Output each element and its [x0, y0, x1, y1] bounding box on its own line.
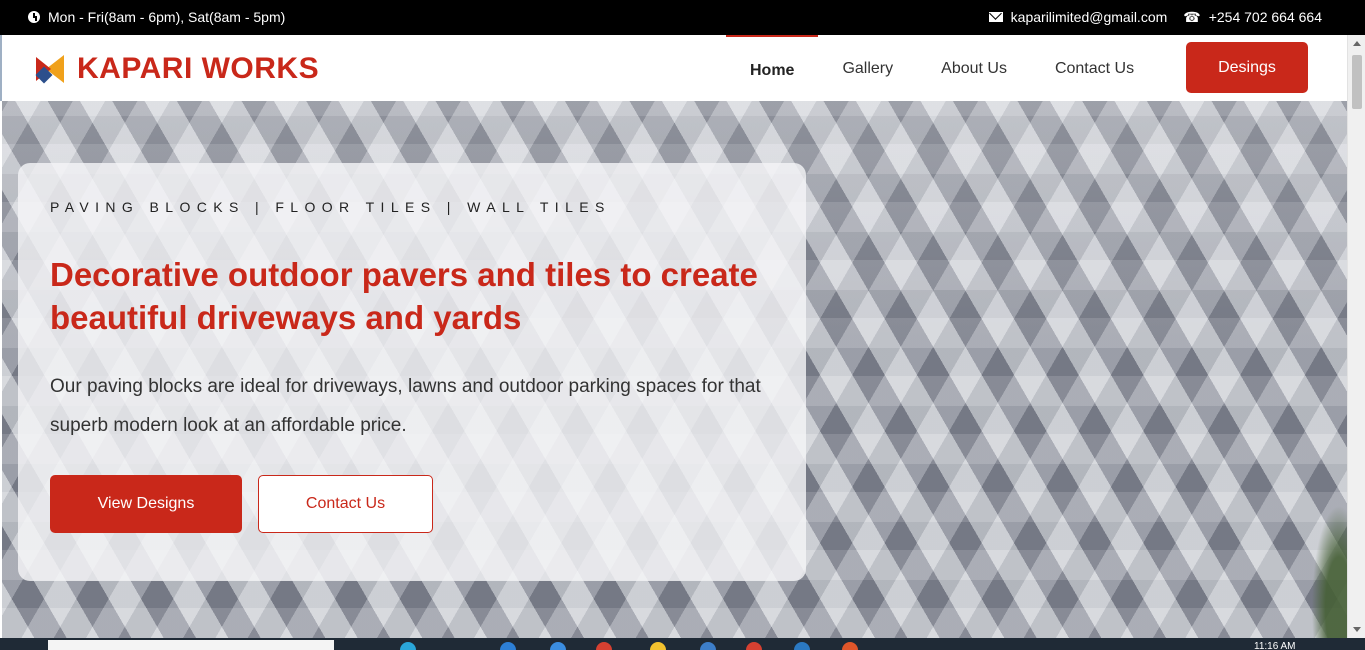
page-scrollbar[interactable] — [1347, 35, 1365, 638]
os-taskbar: 11:16 AM — [0, 638, 1365, 650]
hero-card: PAVING BLOCKS | FLOOR TILES | WALL TILES… — [18, 163, 806, 581]
contact-us-button[interactable]: Contact Us — [258, 475, 433, 533]
taskbar-app-icon[interactable] — [596, 642, 612, 650]
nav-item-gallery[interactable]: Gallery — [818, 35, 917, 101]
nav-item-contact-us[interactable]: Contact Us — [1031, 35, 1158, 101]
taskbar-app-icon[interactable] — [842, 642, 858, 650]
phone-contact[interactable]: ☎ +254 702 664 664 — [1183, 9, 1322, 25]
taskbar-app-icon[interactable] — [700, 642, 716, 650]
taskbar-app-icon[interactable] — [650, 642, 666, 650]
taskbar-app-icon[interactable] — [794, 642, 810, 650]
phone-text[interactable]: +254 702 664 664 — [1209, 9, 1322, 25]
brand-name: KAPARI WORKS — [77, 52, 320, 85]
designs-button[interactable]: Desings — [1186, 42, 1308, 93]
top-info-bar: Mon - Fri(8am - 6pm), Sat(8am - 5pm) kap… — [0, 0, 1365, 35]
nav-item-home[interactable]: Home — [726, 35, 819, 101]
business-hours: Mon - Fri(8am - 6pm), Sat(8am - 5pm) — [28, 9, 285, 25]
clock-icon — [28, 11, 40, 23]
plant-image — [1307, 488, 1347, 638]
mail-icon — [988, 12, 1003, 22]
nav-item-about-us[interactable]: About Us — [917, 35, 1031, 101]
taskbar-clock: 11:16 AM — [1254, 641, 1296, 650]
main-navbar: KAPARI WORKS Home Gallery About Us Conta… — [0, 35, 1347, 101]
taskbar-app-icon[interactable] — [550, 642, 566, 650]
primary-nav: Home Gallery About Us Contact Us — [726, 35, 1158, 101]
contact-info: kaparilimited@gmail.com ☎ +254 702 664 6… — [988, 9, 1322, 25]
site-logo[interactable]: KAPARI WORKS — [34, 52, 319, 86]
taskbar-search[interactable] — [48, 640, 334, 650]
taskbar-app-icon[interactable] — [400, 642, 416, 650]
hero-section: PAVING BLOCKS | FLOOR TILES | WALL TILES… — [2, 101, 1347, 638]
scrollbar-thumb[interactable] — [1352, 55, 1362, 109]
phone-icon: ☎ — [1183, 9, 1201, 25]
email-contact[interactable]: kaparilimited@gmail.com — [988, 9, 1168, 25]
scroll-down-arrow-icon[interactable] — [1353, 627, 1361, 632]
taskbar-app-icon[interactable] — [746, 642, 762, 650]
hero-tagline: PAVING BLOCKS | FLOOR TILES | WALL TILES — [50, 199, 611, 215]
business-hours-text: Mon - Fri(8am - 6pm), Sat(8am - 5pm) — [48, 9, 286, 25]
logo-mark-icon — [34, 53, 67, 86]
scroll-up-arrow-icon[interactable] — [1353, 41, 1361, 46]
hero-headline: Decorative outdoor pavers and tiles to c… — [50, 256, 758, 336]
view-designs-button[interactable]: View Designs — [50, 475, 242, 533]
taskbar-app-icon[interactable] — [500, 642, 516, 650]
email-text[interactable]: kaparilimited@gmail.com — [1011, 9, 1168, 25]
hero-description: Our paving blocks are ideal for driveway… — [50, 376, 761, 436]
